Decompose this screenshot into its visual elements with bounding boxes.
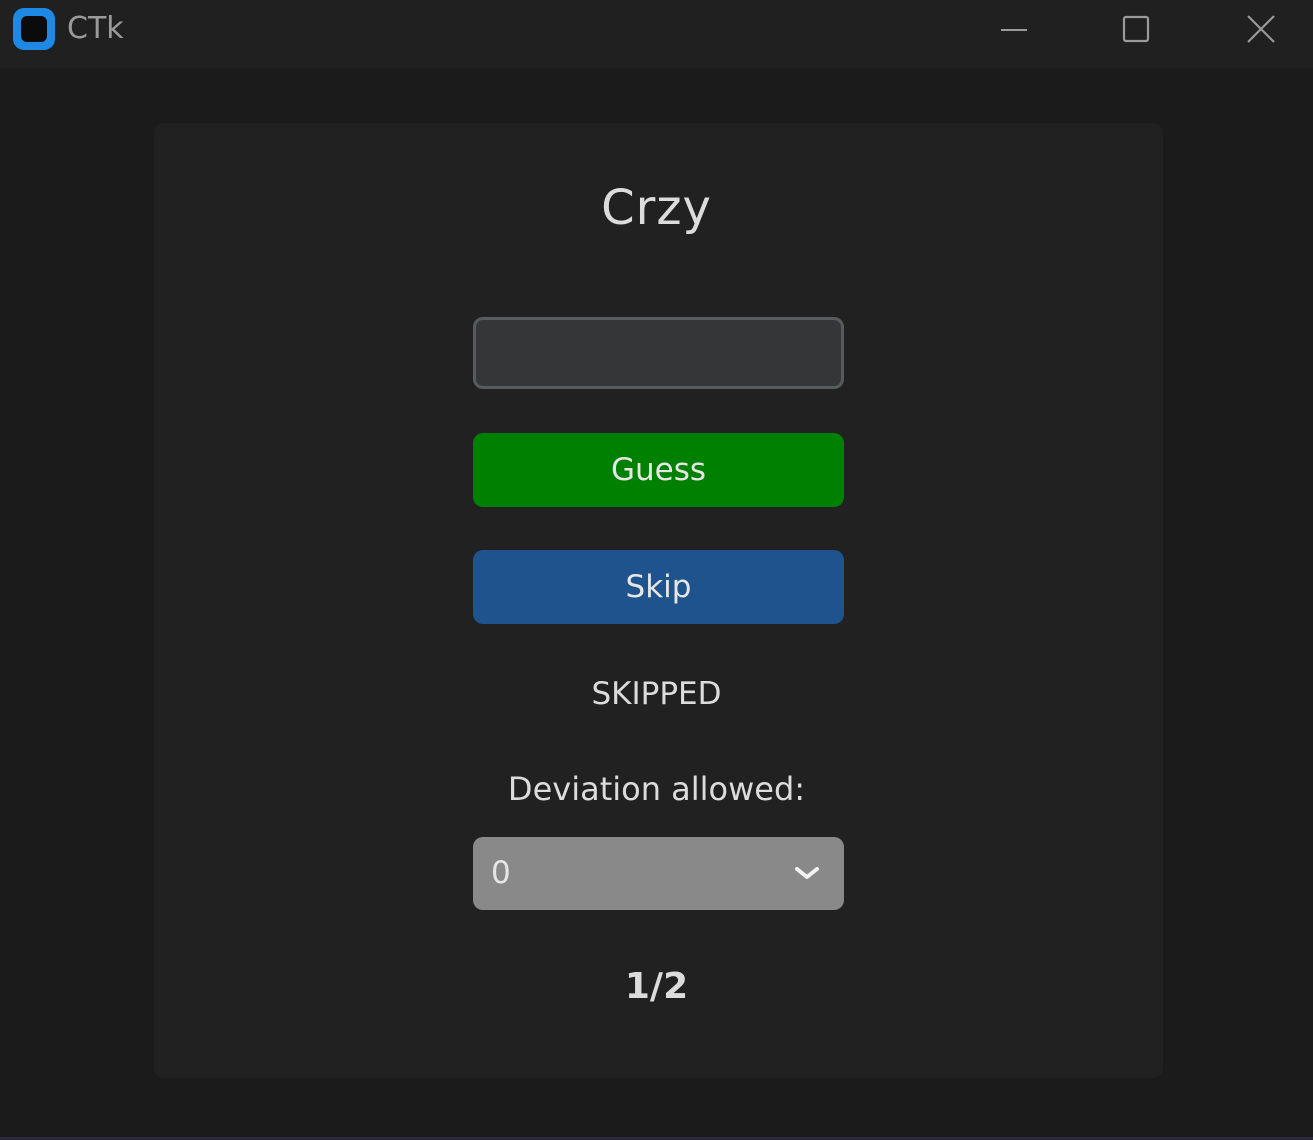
minimize-button[interactable] xyxy=(954,0,1074,60)
minimize-icon xyxy=(1001,29,1027,31)
guess-button[interactable]: Guess xyxy=(473,433,844,507)
deviation-selected-value: 0 xyxy=(491,855,511,891)
maximize-icon xyxy=(1122,15,1150,43)
close-icon xyxy=(1247,15,1275,43)
chevron-down-icon xyxy=(795,867,819,879)
game-heading: Crzy xyxy=(601,180,712,236)
maximize-button[interactable] xyxy=(1076,0,1196,60)
status-text: SKIPPED xyxy=(591,676,722,712)
deviation-label: Deviation allowed: xyxy=(507,770,806,808)
guess-input[interactable] xyxy=(473,317,844,389)
app-logo-icon xyxy=(13,8,55,50)
window-title: CTk xyxy=(67,11,124,46)
app-window: CTk Crzy Guess Skip SKIPPED Deviation al… xyxy=(0,0,1313,1140)
title-bar[interactable]: CTk xyxy=(0,0,1313,68)
close-button[interactable] xyxy=(1200,0,1313,60)
progress-counter: 1/2 xyxy=(624,966,689,1007)
skip-button[interactable]: Skip xyxy=(473,550,844,624)
deviation-dropdown[interactable]: 0 xyxy=(473,837,844,910)
